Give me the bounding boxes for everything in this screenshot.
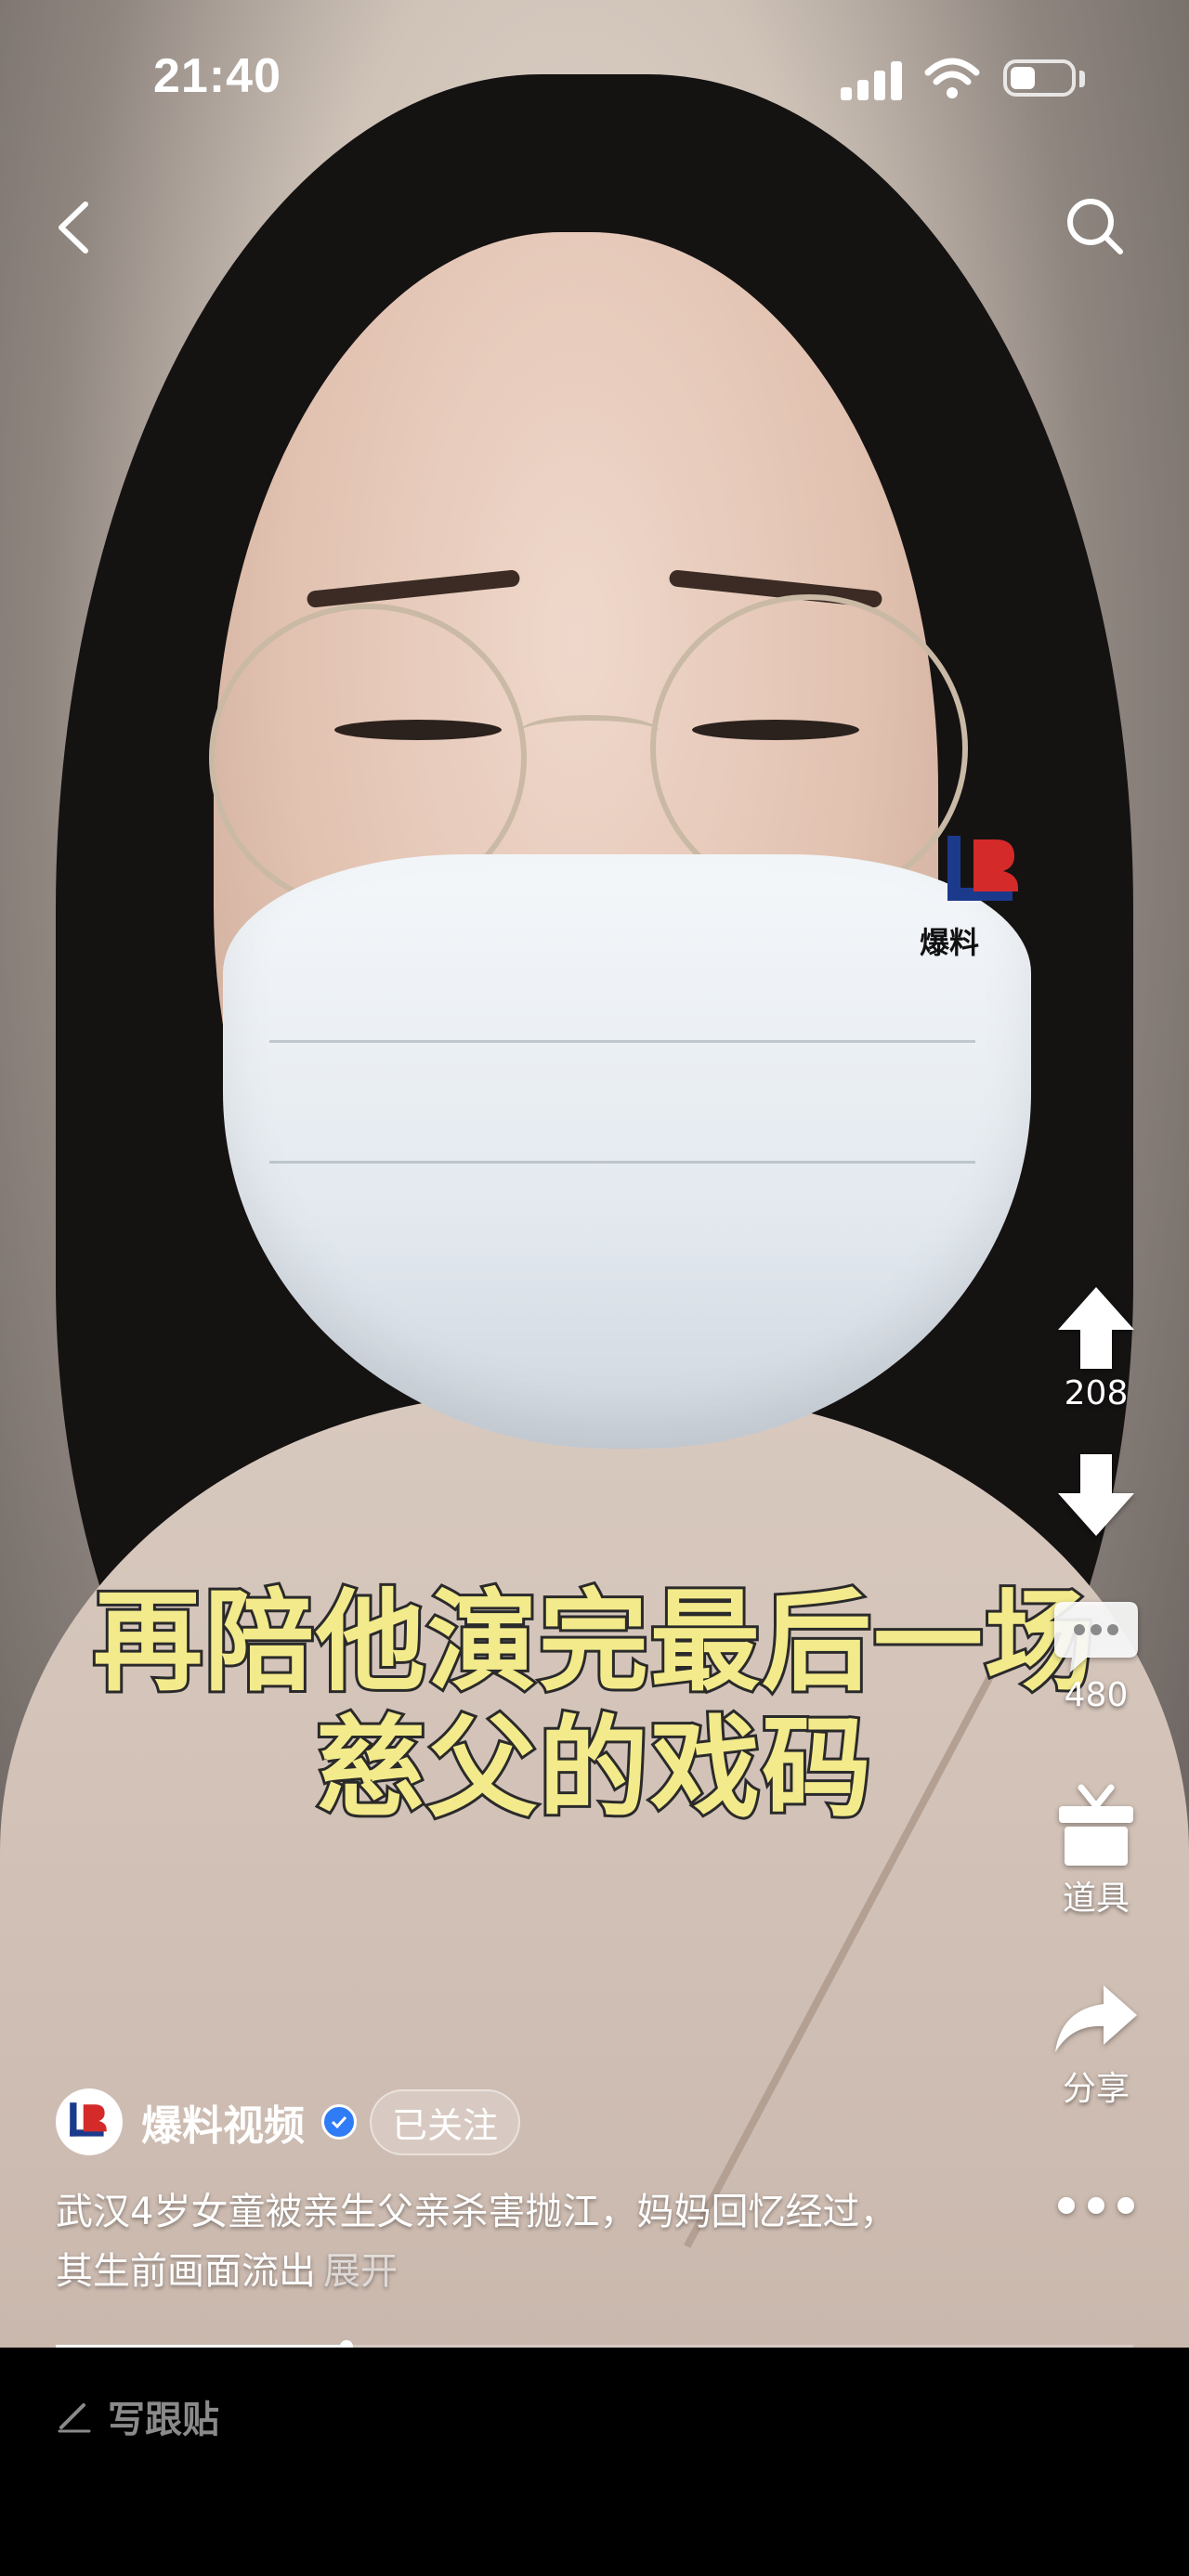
upvote-button[interactable]: 208 <box>1040 1281 1152 1412</box>
props-button[interactable]: 道具 <box>1040 1778 1152 1919</box>
avatar[interactable] <box>56 2088 123 2155</box>
video-mask-fold <box>269 1040 975 1043</box>
description-text: 武汉4岁女童被亲生父亲杀害抛江，妈妈回忆经过，其生前画面流出 <box>56 2191 897 2293</box>
verified-badge-icon <box>321 2104 357 2140</box>
watermark-logo: 爆料 <box>920 826 1040 966</box>
follow-button[interactable]: 已关注 <box>370 2088 521 2155</box>
author-name[interactable]: 爆料视频 <box>141 2092 305 2152</box>
search-icon[interactable] <box>1059 190 1133 265</box>
downvote-button[interactable] <box>1040 1449 1152 1542</box>
gift-icon <box>1059 1784 1133 1866</box>
author-logo-icon <box>70 2102 107 2137</box>
battery-tip <box>1079 71 1085 87</box>
expand-link[interactable]: 展开 <box>323 2250 398 2293</box>
status-bar: 21:40 <box>0 0 1189 158</box>
compose-label: 写跟贴 <box>108 2399 219 2441</box>
compose-comment-button[interactable]: 写跟贴 <box>56 2389 219 2443</box>
subtitle-line-2: 慈父的戏码 <box>313 1702 874 1834</box>
more-dots-icon <box>1058 2197 1134 2214</box>
share-label: 分享 <box>1062 2070 1130 2108</box>
upvote-count: 208 <box>1064 1374 1129 1412</box>
arrow-up-icon <box>1058 1287 1134 1369</box>
video-player[interactable]: 爆料 21:40 再陪他演完最后一场 慈父的戏码 208 480 道具 分享 爆… <box>0 0 1189 2348</box>
status-time: 21:40 <box>153 49 281 103</box>
battery-charging-icon <box>1003 59 1076 97</box>
signal-icon <box>841 58 906 100</box>
video-subtitle: 再陪他演完最后一场 慈父的戏码 <box>0 1576 1189 1834</box>
chevron-left-icon[interactable] <box>46 195 102 260</box>
comment-count: 480 <box>1064 1676 1129 1714</box>
watermark-text: 爆料 <box>920 925 980 960</box>
props-label: 道具 <box>1062 1880 1130 1918</box>
more-button[interactable] <box>1040 2192 1152 2219</box>
share-button[interactable]: 分享 <box>1040 1978 1152 2110</box>
author-row: 爆料视频 已关注 <box>56 2088 521 2155</box>
video-description[interactable]: 武汉4岁女童被亲生父亲杀害抛江，妈妈回忆经过，其生前画面流出 展开 <box>56 2182 929 2301</box>
wifi-icon <box>924 58 980 98</box>
subtitle-line-1: 再陪他演完最后一场 <box>90 1576 1097 1708</box>
progress-handle[interactable] <box>340 2340 354 2348</box>
share-icon <box>1055 1985 1137 2052</box>
bottom-bar: 写跟贴 <box>0 2348 1189 2576</box>
comment-button[interactable]: 480 <box>1040 1593 1152 1714</box>
watermark-logo-icon <box>947 836 1018 901</box>
video-glasses-bridge <box>520 715 660 748</box>
video-mask-fold <box>269 1161 975 1164</box>
arrow-down-icon <box>1058 1454 1134 1536</box>
pencil-icon <box>58 2403 91 2433</box>
comment-icon <box>1054 1602 1138 1672</box>
